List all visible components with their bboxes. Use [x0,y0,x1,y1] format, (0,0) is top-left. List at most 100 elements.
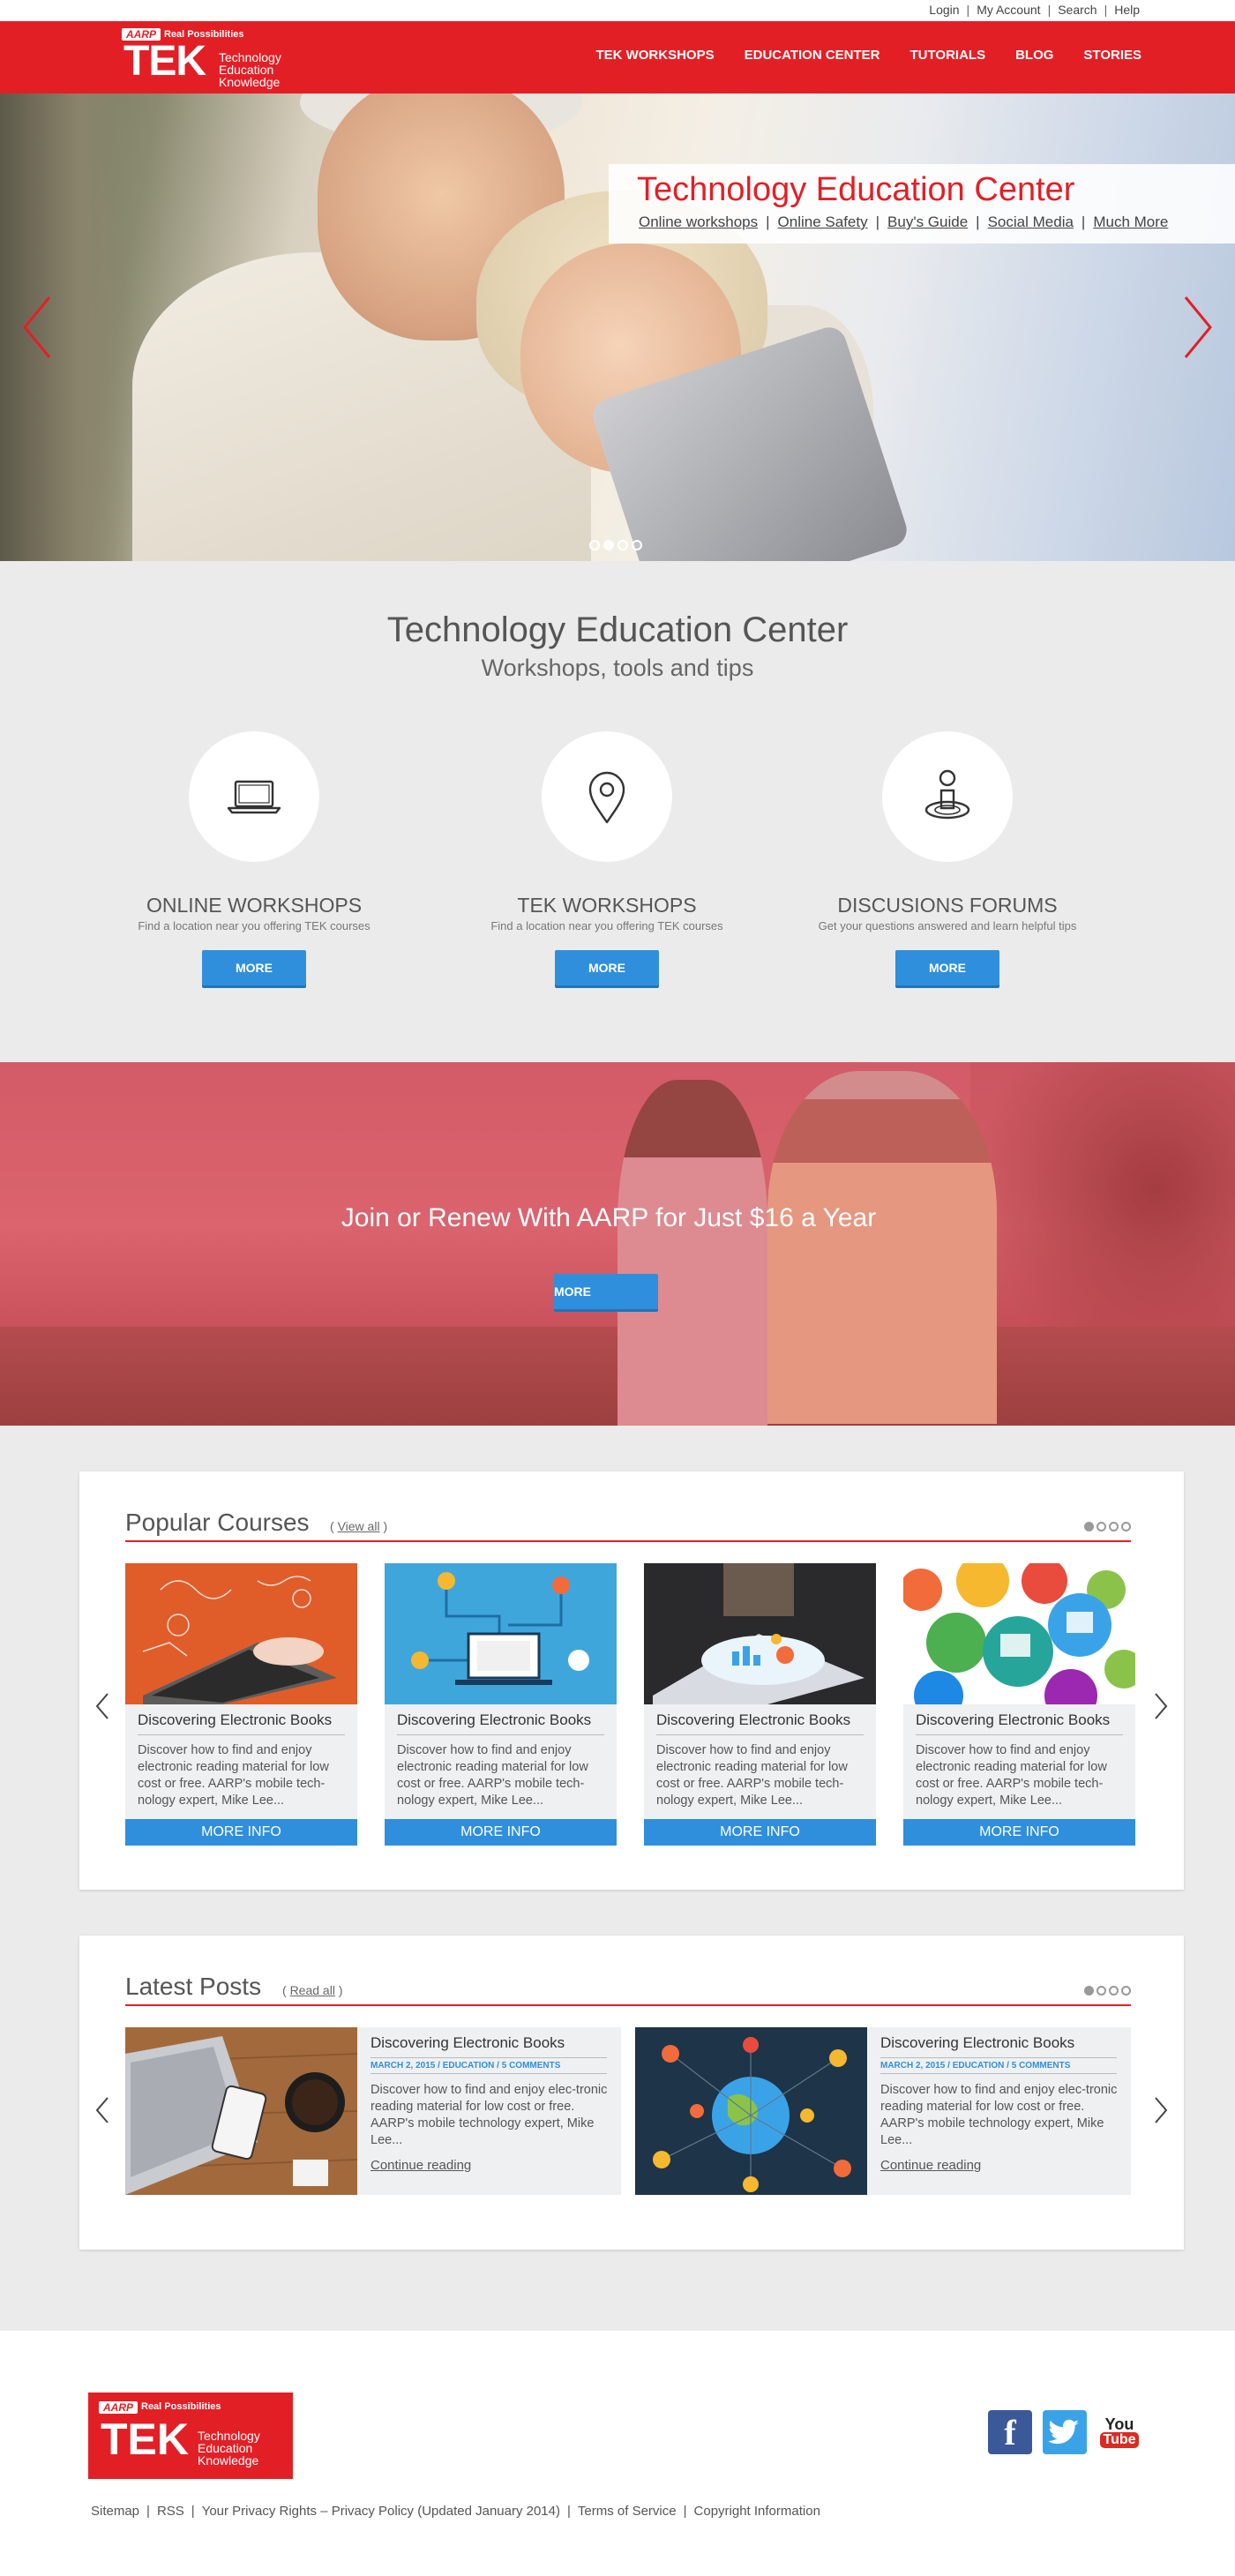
course-card: Discovering Electronic Books Discover ho… [903,1563,1135,1846]
help-link[interactable]: Help [1114,3,1140,17]
hero-prev-arrow-icon[interactable] [19,292,55,363]
more-info-button[interactable]: MORE INFO [385,1819,617,1846]
feature-title: ONLINE WORKSHOPS [146,894,363,917]
login-link[interactable]: Login [929,3,959,17]
pagination-dot[interactable] [1097,1522,1106,1531]
more-info-button[interactable]: MORE INFO [125,1819,357,1846]
post-desc: Discover how to find and enjoy elec-tron… [370,2083,608,2147]
hero-caption: Technology Education Center Online works… [609,164,1235,243]
youtube-icon[interactable]: You Tube [1097,2410,1141,2454]
posts-prev-arrow-icon[interactable] [94,2094,111,2126]
more-button[interactable]: MORE [895,950,999,985]
read-all-link[interactable]: Read all [290,1983,335,1997]
location-pin-icon [588,771,625,824]
hero-next-arrow-icon[interactable] [1180,292,1216,363]
course-title: Discovering Electronic Books [138,1711,345,1735]
hero-slider: Technology Education Center Online works… [0,94,1235,561]
course-card: Discovering Electronic Books Discover ho… [385,1563,617,1846]
twitter-icon[interactable] [1043,2410,1087,2454]
nav-tutorials[interactable]: TUTORIALS [910,48,986,63]
feature-desc: Find a location near you offering TEK co… [138,919,370,932]
course-desc: Discover how to find and enjoy electroni… [916,1743,1107,1808]
course-image-ebook [385,1563,617,1704]
hero-title: Technology Education Center [637,171,1075,208]
card-header: Popular Courses ( View all ) [125,1507,1131,1542]
nav-tek-workshops[interactable]: TEK WORKSHOPS [595,48,714,63]
posts-pagination [1084,1986,1131,1996]
courses-next-arrow-icon[interactable] [1152,1690,1170,1722]
content-area: Popular Courses ( View all ) Discovering… [0,1426,1235,2331]
feature-tek-workshops: TEK WORKSHOPS Find a location near you o… [475,731,739,985]
aarp-badge: AARP [99,2401,138,2414]
footer-link-privacy[interactable]: Your Privacy Rights – Privacy Policy (Up… [202,2504,560,2519]
footer-tek-logo[interactable]: AARP Real Possibilities TEK Technology E… [88,2393,293,2479]
edu-subtitle: Workshops, tools and tips [481,655,754,681]
feature-desc: Find a location near you offering TEK co… [490,919,723,932]
hero-link-online-safety[interactable]: Online Safety [778,213,868,231]
logo-tagline: Real Possibilities [141,2401,221,2412]
view-all-link[interactable]: View all [338,1519,380,1533]
latest-posts-title: Latest Posts [125,1973,262,2000]
continue-reading-link[interactable]: Continue reading [370,2158,471,2173]
my-account-link[interactable]: My Account [977,3,1040,17]
pagination-dot[interactable] [1109,1986,1119,1996]
post-desc: Discover how to find and enjoy elec-tron… [880,2083,1118,2147]
feature-title: DISCUSIONS FORUMS [837,894,1058,917]
utility-links: Login | My Account | Search | Help [929,3,1140,17]
logo-subtitle: Technology Education Knowledge [198,2429,260,2467]
forum-person-icon [924,769,970,820]
hero-dot[interactable] [618,540,628,550]
logo-tek: TEK [124,38,206,85]
course-title: Discovering Electronic Books [656,1711,864,1735]
nav-education-center[interactable]: EDUCATION CENTER [745,48,880,63]
pagination-dot[interactable] [1097,1986,1106,1996]
nav-stories[interactable]: STORIES [1083,48,1141,63]
pagination-dot[interactable] [1121,1986,1131,1996]
card-header: Latest Posts ( Read all ) [125,1971,1131,2006]
facebook-icon[interactable]: f [988,2410,1032,2454]
logo-tek: TEK [101,2415,189,2464]
courses-prev-arrow-icon[interactable] [94,1690,111,1722]
hero-link-social-media[interactable]: Social Media [988,213,1074,231]
popular-courses-card: Popular Courses ( View all ) Discovering… [79,1471,1184,1890]
social-links: f You Tube [988,2410,1141,2454]
post-image-desk [125,2027,357,2195]
nav-blog[interactable]: BLOG [1015,48,1053,63]
more-info-button[interactable]: MORE INFO [644,1819,876,1846]
hero-link-much-more[interactable]: Much More [1093,213,1168,231]
footer-link-rss[interactable]: RSS [157,2504,184,2519]
edu-title: Technology Education Center [386,610,849,649]
tek-logo[interactable]: AARP Real Possibilities TEK Technology E… [115,26,296,92]
post-meta: MARCH 2, 2015 / EDUCATION / 5 COMMENTS [370,2057,607,2074]
hero-link-buys-guide[interactable]: Buy's Guide [887,213,968,231]
post-meta: MARCH 2, 2015 / EDUCATION / 5 COMMENTS [880,2057,1117,2074]
continue-reading-link[interactable]: Continue reading [880,2158,981,2173]
pagination-dot[interactable] [1109,1522,1119,1531]
more-button[interactable]: MORE [202,950,306,985]
feature-title: TEK WORKSHOPS [517,894,697,917]
course-image-laptop [125,1563,357,1704]
site-header: AARP Real Possibilities TEK Technology E… [0,21,1235,94]
footer-link-terms[interactable]: Terms of Service [578,2504,677,2519]
hero-link-online-workshops[interactable]: Online workshops [639,213,758,231]
posts-next-arrow-icon[interactable] [1152,2094,1170,2126]
popular-courses-title: Popular Courses [125,1509,310,1536]
join-more-button[interactable]: MORE [554,1274,658,1309]
hero-dot-active[interactable] [603,540,614,550]
footer-link-copyright[interactable]: Copyright Information [694,2504,820,2519]
search-link[interactable]: Search [1058,3,1097,17]
more-button[interactable]: MORE [555,950,659,985]
post-title: Discovering Electronic Books [880,2034,1075,2051]
more-info-button[interactable]: MORE INFO [903,1819,1135,1846]
feature-desc: Get your questions answered and learn he… [818,919,1077,932]
pagination-dot-active[interactable] [1084,1986,1094,1996]
pagination-dot-active[interactable] [1084,1522,1094,1531]
course-card: Discovering Electronic Books Discover ho… [125,1563,357,1846]
education-section: Technology Education Center Workshops, t… [0,561,1235,1062]
post-title: Discovering Electronic Books [370,2034,565,2051]
join-title: Join or Renew With AARP for Just $16 a Y… [341,1203,877,1232]
pagination-dot[interactable] [1121,1522,1131,1531]
hero-dot[interactable] [589,540,600,550]
hero-dot[interactable] [632,540,642,550]
footer-link-sitemap[interactable]: Sitemap [91,2504,139,2519]
